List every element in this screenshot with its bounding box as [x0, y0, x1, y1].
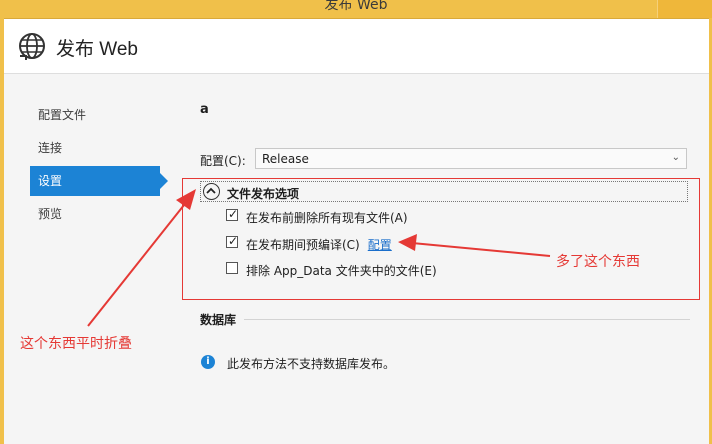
section-divider — [244, 319, 690, 320]
file-publish-expander[interactable]: 文件发布选项 — [200, 181, 688, 202]
precompile-configure-link[interactable]: 配置 — [368, 238, 392, 252]
delete-existing-checkbox[interactable]: ✓ — [226, 207, 239, 221]
profile-name: a — [200, 102, 209, 117]
precompile-label: 在发布期间预编译(C) — [246, 238, 360, 252]
exclude-appdata-label: 排除 App_Data 文件夹中的文件(E) — [246, 264, 437, 278]
page-title: 发布 Web — [56, 39, 139, 60]
annotation-new-item-note: 多了这个东西 — [556, 254, 640, 270]
sidebar-item-label: 连接 — [38, 141, 63, 155]
sidebar-nav: 配置文件 连接 设置 预览 — [30, 100, 168, 232]
sidebar-item-profile[interactable]: 配置文件 — [30, 100, 165, 130]
delete-existing-label: 在发布前删除所有现有文件(A) — [246, 211, 408, 225]
window-title: 发布 Web — [324, 0, 388, 13]
database-info-text: 此发布方法不支持数据库发布。 — [227, 357, 396, 371]
checkmark-icon: ✓ — [228, 207, 239, 221]
config-label: 配置(C): — [200, 154, 246, 168]
exclude-appdata-checkbox[interactable] — [226, 262, 238, 274]
sidebar-item-connection[interactable]: 连接 — [30, 133, 165, 163]
sidebar-item-label: 配置文件 — [38, 108, 87, 122]
chevron-down-icon: ⌄ — [671, 152, 680, 163]
globe-icon — [19, 33, 45, 60]
close-button[interactable] — [657, 0, 712, 18]
file-publish-title: 文件发布选项 — [227, 187, 300, 201]
info-icon: i — [201, 355, 215, 369]
window-titlebar[interactable]: 发布 Web — [0, 0, 712, 19]
chevron-up-icon[interactable] — [203, 183, 220, 200]
config-dropdown-value: Release — [262, 152, 309, 166]
config-dropdown[interactable]: Release ⌄ — [255, 148, 687, 169]
sidebar-item-preview[interactable]: 预览 — [30, 199, 165, 229]
annotation-collapsed-note: 这个东西平时折叠 — [20, 336, 132, 352]
database-section-title: 数据库 — [200, 313, 237, 327]
sidebar-item-settings[interactable]: 设置 — [30, 166, 168, 196]
sidebar-item-label: 预览 — [38, 207, 63, 221]
dialog-header: 发布 Web — [4, 19, 709, 74]
precompile-checkbox[interactable]: ✓ — [226, 234, 239, 248]
checkmark-icon: ✓ — [228, 234, 239, 248]
sidebar-item-label: 设置 — [38, 174, 63, 188]
